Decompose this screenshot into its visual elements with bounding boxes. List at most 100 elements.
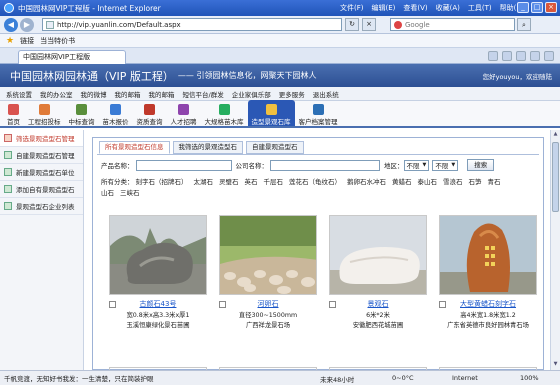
address-input[interactable]: http://vip.yuanlin.com/Default.aspx <box>42 18 342 31</box>
product-image[interactable] <box>109 215 207 295</box>
icon-nav-item[interactable]: 中标查询 <box>65 100 99 126</box>
icon-nav-item[interactable]: 客户档案管理 <box>295 100 342 126</box>
nav-more-services[interactable]: 更多服务 <box>279 89 305 99</box>
categories-label: 所有分类： <box>101 178 134 186</box>
refresh-button[interactable]: ↻ <box>345 18 359 31</box>
product-name-link[interactable]: 河卵石 <box>258 299 279 309</box>
product-image[interactable] <box>329 215 427 295</box>
maximize-button[interactable]: □ <box>531 2 543 13</box>
category-link[interactable]: 山石 <box>101 189 114 197</box>
product-checkbox[interactable] <box>109 300 116 308</box>
menu-edit[interactable]: 编辑(E) <box>372 3 396 13</box>
status-weather: 0~0°C <box>392 374 414 382</box>
minimize-button[interactable]: _ <box>517 2 529 13</box>
city-select[interactable]: 不限 ▼ <box>432 159 459 171</box>
home-icon[interactable] <box>488 51 498 61</box>
window-title: 中国园林网VIP工程版 - Internet Explorer <box>18 3 161 13</box>
icon-nav-item[interactable]: 人才招聘 <box>167 100 201 126</box>
icon-nav-item[interactable]: 苗木报价 <box>99 100 133 126</box>
product-company: 广西祥龙景石场 <box>245 322 291 329</box>
stop-button[interactable]: × <box>362 18 376 31</box>
product-name-input[interactable] <box>135 159 232 171</box>
icon-nav-item[interactable]: 工程招投标 <box>24 100 65 126</box>
category-link[interactable]: 雪浪石 <box>443 178 463 186</box>
category-link[interactable]: 灵璧石 <box>219 178 239 186</box>
icon-nav-item[interactable]: 造型景观石库 <box>247 100 295 126</box>
tab-all-stones[interactable]: 所有景观造型石信息 <box>99 141 170 154</box>
tab-filtered-stones[interactable]: 我筛选的景观造型石 <box>172 141 243 154</box>
category-link[interactable]: 英石 <box>245 178 258 186</box>
province-select[interactable]: 不限 ▼ <box>403 159 430 171</box>
sidebar-item-company-list[interactable]: 景观造型石企业列表 <box>0 198 83 215</box>
site-slogan: —— 引领园林信息化，网聚天下园林人 <box>177 71 317 80</box>
nav-system-settings[interactable]: 系统设置 <box>6 89 32 99</box>
nav-club[interactable]: 企业家俱乐部 <box>232 89 271 99</box>
icon-nav-item[interactable]: 资质查询 <box>133 100 167 126</box>
browser-tab[interactable]: 中国园林网VIP工程版 <box>18 50 126 64</box>
category-link[interactable]: 石笋 <box>469 178 482 186</box>
favorites-star-icon[interactable]: ★ <box>6 36 14 46</box>
tab-own-stones[interactable]: 自建景观造型石 <box>246 141 304 154</box>
close-button[interactable]: × <box>545 2 557 13</box>
nav-my-weibo[interactable]: 我的微博 <box>81 89 107 99</box>
scroll-up-icon[interactable]: ▲ <box>552 131 559 139</box>
menu-file[interactable]: 文件(F) <box>340 3 364 13</box>
page-icon <box>46 20 54 29</box>
favorites-dangdang[interactable]: 当当特价书 <box>40 36 75 46</box>
company-name-input[interactable] <box>270 159 380 171</box>
nav-my-office[interactable]: 我的办公室 <box>40 89 73 99</box>
nav-sms[interactable]: 短信平台/群发 <box>183 89 224 99</box>
page-menu-icon[interactable] <box>530 51 540 61</box>
nav-my-mailbox[interactable]: 我的邮箱 <box>115 89 141 99</box>
menu-view[interactable]: 查看(V) <box>403 3 427 13</box>
scroll-down-icon[interactable]: ▼ <box>552 361 559 369</box>
product-checkbox[interactable] <box>219 300 226 308</box>
nav-my-mailbox-2[interactable]: 我的邮箱 <box>149 89 175 99</box>
icon-nav-item[interactable]: 首页 <box>3 100 24 126</box>
scroll-thumb[interactable] <box>552 142 559 212</box>
forward-button[interactable]: ▶ <box>20 17 34 32</box>
tools-menu-icon[interactable] <box>544 51 554 61</box>
product-image[interactable] <box>439 215 537 295</box>
sidebar-item-own-stones[interactable]: 自建景观造型石管理 <box>0 147 83 164</box>
product-name-link[interactable]: 古颜石43号 <box>140 299 177 309</box>
category-link[interactable]: 刻字石（招牌石） <box>136 178 188 186</box>
product-checkbox[interactable] <box>439 300 446 308</box>
product-grid: 古颜石43号 宽0.8米x高3.3米x厚1 玉溪恒康绿化景石苗圃 河卵石 直径300~1… <box>97 215 539 329</box>
category-link[interactable]: 青石 <box>488 178 501 186</box>
icon-nav-item[interactable]: 大规格苗木库 <box>201 100 248 126</box>
product-image[interactable] <box>219 215 317 295</box>
vertical-scrollbar[interactable]: ▲ ▼ <box>550 130 560 370</box>
main-content: 所有景观造型石信息 我筛选的景观造型石 自建景观造型石 产品名称： 公司名称： … <box>84 130 560 373</box>
sidebar-item-filter-stones[interactable]: 筛选景观造型石管理 <box>0 130 83 147</box>
favorites-links[interactable]: 链接 <box>20 36 34 46</box>
category-list: 所有分类： 刻字石（招牌石） 太湖石 灵璧石 英石 千层石 莲花石（龟纹石） 鹅卵石水冲石 黄蜡… <box>101 177 521 199</box>
icon-nav-label: 首页 <box>7 118 20 126</box>
search-button[interactable]: ⌕ <box>517 18 531 31</box>
feeds-icon[interactable] <box>502 51 512 61</box>
product-name-link[interactable]: 大型黄蜡石刻字石 <box>460 299 516 309</box>
nav-item-icon <box>265 104 277 115</box>
category-link[interactable]: 千层石 <box>264 178 284 186</box>
back-button[interactable]: ◀ <box>4 17 18 32</box>
category-link[interactable]: 太湖石 <box>194 178 214 186</box>
category-link[interactable]: 莲花石（龟纹石） <box>289 178 341 186</box>
icon-nav-label: 造型景观石库 <box>251 118 291 126</box>
sidebar-item-new-unit[interactable]: 新建景观造型石单位 <box>0 164 83 181</box>
category-link[interactable]: 黄蜡石 <box>392 178 412 186</box>
sidebar-item-add-stone[interactable]: 添加自有景观造型石 <box>0 181 83 198</box>
welcome-text: 您好youyou，欢迎随陆 <box>482 73 552 81</box>
print-icon[interactable] <box>516 51 526 61</box>
category-link[interactable]: 三峡石 <box>120 189 140 197</box>
menu-tools[interactable]: 工具(T) <box>468 3 492 13</box>
nav-item-icon <box>38 104 50 115</box>
category-link[interactable]: 泰山石 <box>418 178 438 186</box>
nav-logout[interactable]: 退出系统 <box>313 89 339 99</box>
sidebar-item-label: 筛选景观造型石管理 <box>16 135 75 143</box>
product-checkbox[interactable] <box>329 300 336 308</box>
search-input[interactable]: Google <box>390 18 515 31</box>
product-name-link[interactable]: 景观石 <box>368 299 389 309</box>
category-link[interactable]: 鹅卵石水冲石 <box>347 178 386 186</box>
menu-favorites[interactable]: 收藏(A) <box>436 3 460 13</box>
search-submit-button[interactable]: 搜索 <box>467 159 495 171</box>
